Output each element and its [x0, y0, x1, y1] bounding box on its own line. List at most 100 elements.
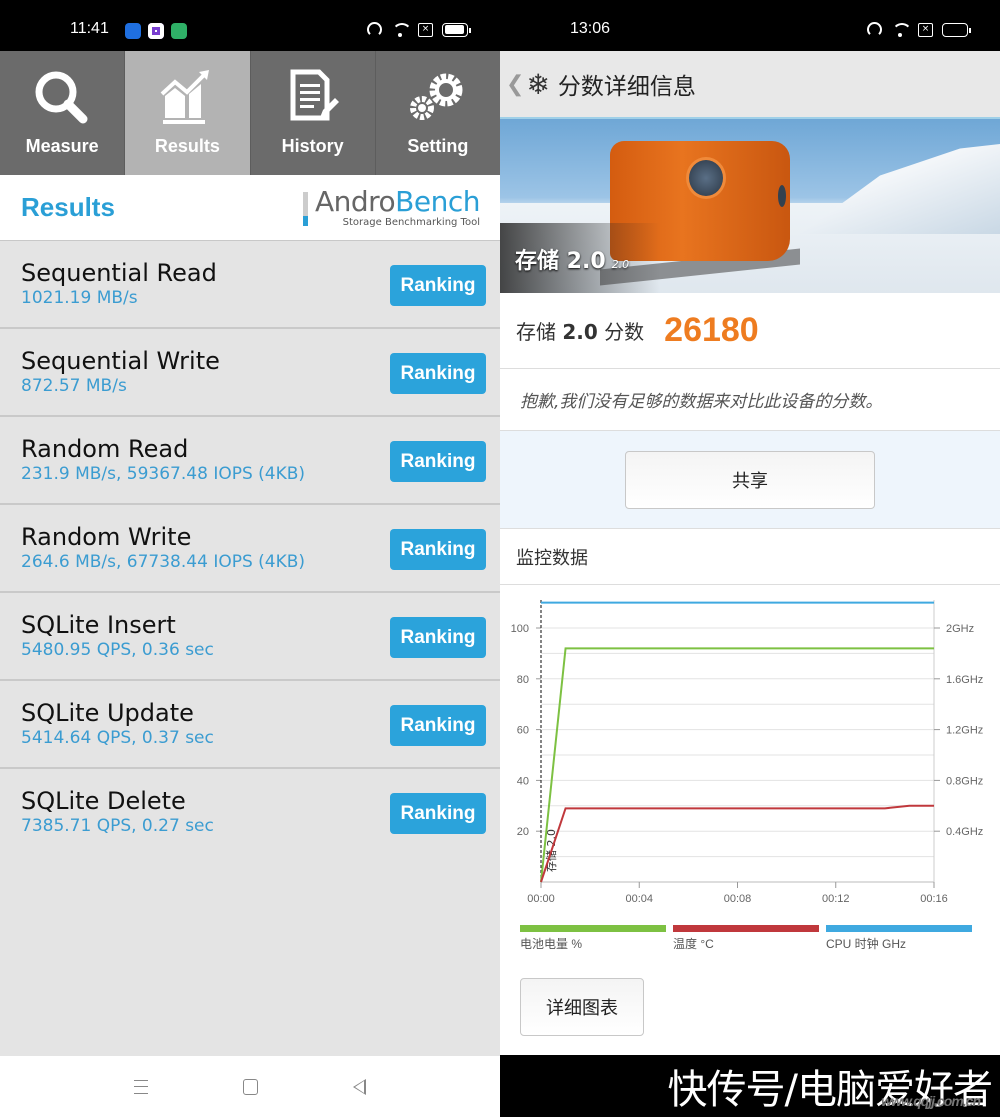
tab-label: Setting [407, 136, 469, 156]
3dmark-screen: 13:06 × ❮ ❄ 分数详细信息 存储 2.0 2.0 存储 2.0 分数 2… [500, 0, 1000, 1117]
3dmark-logo-icon: ❄ [526, 67, 550, 101]
temperature-series-line [540, 804, 934, 883]
no-sim-icon: × [918, 22, 933, 37]
androbench-screen: 11:41 × Measure Results History Setting … [0, 0, 500, 1117]
status-bar: 11:41 × [0, 0, 500, 51]
gears-icon [409, 73, 463, 120]
battery-icon [942, 22, 971, 37]
tab-measure[interactable]: Measure [0, 51, 126, 175]
tab-label: History [281, 136, 344, 156]
legend-cpu-clock: CPU 时钟 GHz [826, 925, 972, 952]
detailed-chart-button[interactable]: 详细图表 [520, 978, 644, 1036]
wifi-icon [391, 22, 412, 37]
ranking-button[interactable]: Ranking [390, 617, 486, 658]
result-row-sqlite-insert: SQLite Insert 5480.95 QPS, 0.36 sec Rank… [0, 593, 500, 681]
y-left-tick-label: 80 [517, 674, 529, 686]
status-bar: 13:06 × [500, 0, 1000, 51]
result-row-random-read: Random Read 231.9 MB/s, 59367.48 IOPS (4… [0, 417, 500, 505]
watermark: 快传号/电脑爱好者 www.qqjj.com.cn [500, 1055, 1000, 1117]
main-tabs: Measure Results History Setting [0, 51, 500, 175]
legend-temperature: 温度 °C [673, 925, 819, 952]
recents-menu-icon[interactable] [134, 1079, 148, 1094]
result-row-random-write: Random Write 264.6 MB/s, 67738.44 IOPS (… [0, 505, 500, 593]
data-speed-icon [367, 22, 382, 37]
y-right-tick-label: 1.6GHz [946, 674, 983, 686]
x-tick-label: 00:12 [822, 893, 850, 905]
legend-label: 温度 °C [673, 937, 714, 951]
comparison-message: 抱歉,我们没有足够的数据来对比此设备的分数。 [500, 369, 1000, 431]
system-icons: × [867, 22, 971, 37]
status-time: 13:06 [570, 20, 611, 37]
magnifier-icon [35, 71, 88, 124]
ranking-button[interactable]: Ranking [390, 441, 486, 482]
share-area: 共享 [500, 431, 1000, 529]
share-button[interactable]: 共享 [625, 450, 875, 509]
result-row-sqlite-delete: SQLite Delete 7385.71 QPS, 0.27 sec Rank… [0, 769, 500, 857]
system-nav-bar [0, 1056, 500, 1117]
ranking-button[interactable]: Ranking [390, 353, 486, 394]
notification-icons [125, 23, 187, 39]
chart-legend: 电池电量 % 温度 °C CPU 时钟 GHz [520, 925, 972, 952]
x-tick-label: 00:04 [625, 893, 653, 905]
legend-label: 电池电量 % [520, 937, 583, 951]
system-icons: × [367, 22, 471, 37]
results-header: Results AndroBench Storage Benchmarking … [0, 175, 500, 241]
y-left-tick-label: 20 [517, 826, 529, 838]
page-title: 分数详细信息 [557, 74, 696, 100]
app-notification-purple-icon [148, 23, 164, 39]
back-triangle-icon[interactable] [353, 1078, 366, 1095]
x-tick-label: 00:08 [724, 893, 752, 905]
home-icon[interactable] [243, 1078, 258, 1095]
app-header: ❮ ❄ 分数详细信息 [500, 51, 1000, 119]
ranking-button[interactable]: Ranking [390, 265, 486, 306]
benchmark-hero-image: 存储 2.0 2.0 [500, 119, 1000, 293]
document-pencil-icon [290, 69, 339, 121]
monitoring-chart: 20 40 60 80 100 0.4GHz 0.8GHz 1.2GHz 1.6GHz 2GHz 0… [500, 585, 1000, 951]
logo-andro: Andro [314, 184, 396, 218]
status-time: 11:41 [70, 20, 109, 37]
wifi-icon [891, 22, 912, 37]
data-speed-icon [867, 22, 882, 37]
benchmark-name: 存储 2.0 2.0 [515, 243, 629, 275]
y-left-tick-label: 60 [517, 725, 529, 737]
result-row-sequential-write: Sequential Write 872.57 MB/s Ranking [0, 329, 500, 417]
legend-battery: 电池电量 % [520, 925, 666, 952]
benchmark-version: 2.0 [611, 258, 630, 271]
app-notification-blue-icon [125, 23, 141, 39]
monitoring-chart-svg: 20 40 60 80 100 0.4GHz 0.8GHz 1.2GHz 1.6GHz 2GHz 0… [511, 600, 983, 905]
score-label: 存储 2.0 分数 [516, 320, 645, 344]
ranking-button[interactable]: Ranking [390, 705, 486, 746]
androbench-logo: AndroBench Storage Benchmarking Tool [302, 184, 480, 228]
x-tick-label: 00:16 [920, 893, 948, 905]
results-list: Sequential Read 1021.19 MB/s Ranking Seq… [0, 241, 500, 857]
score-value: 26180 [664, 311, 759, 349]
benchmark-label: 存储 2.0 [515, 249, 606, 274]
tab-history[interactable]: History [251, 51, 376, 175]
y-left-tick-label: 40 [517, 775, 529, 787]
x-tick-label: 00:00 [527, 893, 555, 905]
y-right-tick-label: 0.8GHz [946, 775, 983, 787]
back-chevron-icon[interactable]: ❮ [506, 72, 524, 97]
y-right-tick-label: 2GHz [946, 623, 974, 635]
tab-results[interactable]: Results [125, 51, 251, 175]
legend-label: CPU 时钟 GHz [826, 937, 907, 951]
battery-icon [442, 22, 471, 37]
logo-bench: Bench [395, 184, 480, 218]
result-row-sequential-read: Sequential Read 1021.19 MB/s Ranking [0, 241, 500, 329]
ranking-button[interactable]: Ranking [390, 529, 486, 570]
mountain-illustration [800, 144, 1000, 234]
page-title: Results [21, 192, 115, 222]
monitor-section-title: 监控数据 [500, 529, 1000, 585]
tab-setting[interactable]: Setting [376, 51, 500, 175]
legend-swatch [673, 925, 819, 932]
legend-swatch [826, 925, 972, 932]
y-left-tick-label: 100 [511, 623, 529, 635]
ranking-button[interactable]: Ranking [390, 793, 486, 834]
score-row: 存储 2.0 分数 26180 [500, 293, 1000, 369]
chart-trend-icon [161, 70, 210, 124]
tab-label: Results [154, 136, 220, 156]
watermark-site: www.qqjj.com.cn [881, 1093, 981, 1109]
legend-swatch [520, 925, 666, 932]
tab-label: Measure [25, 136, 99, 156]
result-row-sqlite-update: SQLite Update 5414.64 QPS, 0.37 sec Rank… [0, 681, 500, 769]
